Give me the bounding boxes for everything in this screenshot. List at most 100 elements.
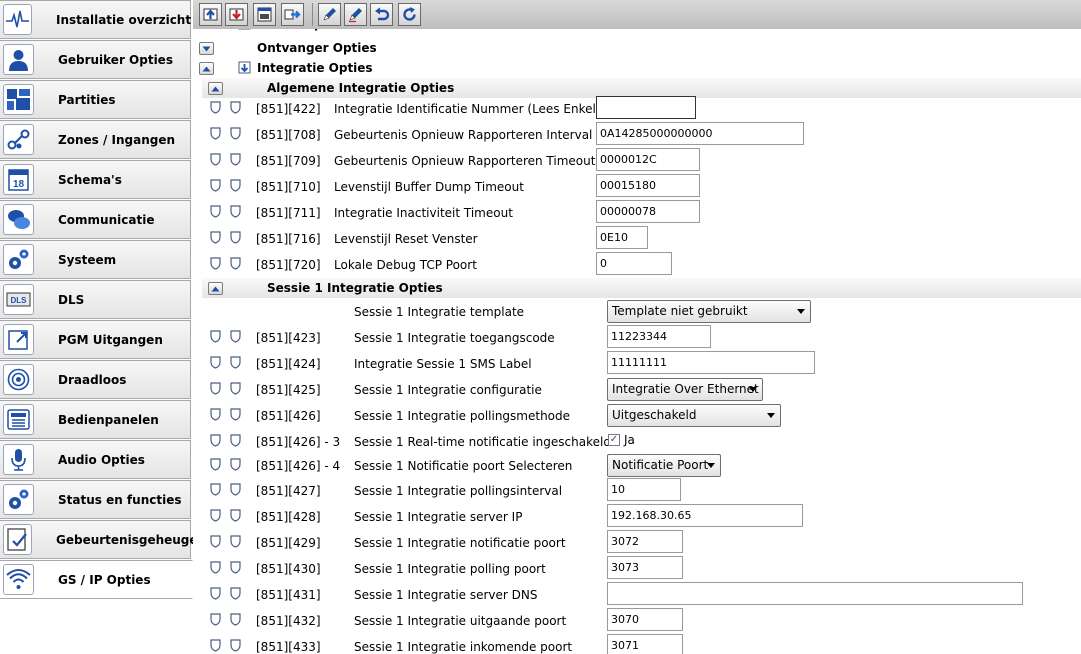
sidebar-item-3[interactable]: Zones / Ingangen: [0, 120, 191, 159]
shield-icon: [230, 356, 241, 369]
download-icon[interactable]: [225, 3, 248, 26]
shield-icon: [210, 127, 221, 140]
chevron-down-icon: [767, 413, 775, 418]
section-code: [851][427]: [256, 484, 321, 498]
shield-icon: [210, 483, 221, 496]
shield-icon: [210, 509, 221, 522]
setting-row: [851][432] Sessie 1 Integratie uitgaande …: [193, 607, 1081, 633]
expand-toggle-icon[interactable]: [199, 42, 214, 55]
sidebar-item-label: Zones / Ingangen: [58, 132, 176, 147]
setting-row: [851][711] Integratie Inactiviteit Timeou…: [193, 199, 1081, 225]
checkbox-label: Ja: [624, 433, 635, 447]
sidebar-item-14[interactable]: GS / IP Opties: [0, 560, 193, 599]
section-code: [851][426] - 3: [256, 435, 341, 449]
setting-label: Levenstijl Buffer Dump Timeout: [334, 180, 524, 194]
setting-input[interactable]: 11223344: [607, 325, 711, 348]
setting-row: [851][431] Sessie 1 Integratie server DNS: [193, 581, 1081, 607]
setting-label: Sessie 1 Integratie server IP: [354, 510, 523, 524]
edit-pen-alt-icon[interactable]: [344, 3, 367, 26]
group-icon: [238, 29, 251, 33]
shield-icon: [230, 458, 241, 471]
setting-label: Sessie 1 Integratie uitgaande poort: [354, 614, 567, 628]
sidebar-item-label: DLS: [58, 292, 85, 307]
sidebar-item-1[interactable]: Gebruiker Opties: [0, 40, 191, 79]
panel-settings-icon[interactable]: [253, 3, 276, 26]
sidebar-item-label: PGM Uitgangen: [58, 332, 163, 347]
setting-input[interactable]: 0000012C: [596, 148, 700, 171]
collapse-toggle-icon[interactable]: [208, 282, 223, 295]
setting-label: Sessie 1 Integratie configuratie: [354, 383, 542, 397]
collapse-toggle-icon[interactable]: [208, 82, 223, 95]
setting-label: Gebeurtenis Opnieuw Rapporteren Interval: [334, 128, 593, 142]
sidebar-item-label: GS / IP Opties: [58, 572, 151, 587]
section-code: [851][425]: [256, 383, 321, 397]
sidebar-item-6[interactable]: Systeem: [0, 240, 191, 279]
transfer-icon[interactable]: [281, 3, 304, 26]
sidebar-item-12[interactable]: Status en functies: [0, 480, 191, 519]
setting-select[interactable]: Uitgeschakeld: [607, 404, 781, 427]
setting-select[interactable]: Template niet gebruikt: [607, 300, 811, 323]
output-icon: [3, 324, 34, 355]
shield-icon: [210, 408, 221, 421]
setting-input[interactable]: [596, 96, 696, 119]
sidebar-item-label: Draadloos: [58, 372, 127, 387]
shield-icon: [210, 458, 221, 471]
gears-icon: [3, 244, 34, 275]
sidebar-item-11[interactable]: Audio Opties: [0, 440, 191, 479]
sidebar-item-10[interactable]: Bedienpanelen: [0, 400, 191, 439]
setting-row: [851][422] Integratie Identificatie Numme…: [193, 95, 1081, 121]
section-code: [851][428]: [256, 510, 321, 524]
chat-icon: [3, 204, 34, 235]
shield-icon: [230, 231, 241, 244]
section-code: [851][430]: [256, 562, 321, 576]
shield-icon: [230, 382, 241, 395]
shield-icon: [230, 587, 241, 600]
setting-checkbox[interactable]: ✓: [608, 434, 620, 446]
shield-icon: [230, 101, 241, 114]
setting-label: Sessie 1 Integratie template: [354, 305, 525, 319]
setting-input[interactable]: 0: [596, 252, 672, 275]
setting-input[interactable]: 00015180: [596, 174, 700, 197]
collapse-toggle-icon[interactable]: [199, 62, 214, 75]
setting-input[interactable]: [607, 582, 1023, 605]
sidebar-item-0[interactable]: Installatie overzicht: [0, 0, 191, 39]
upload-icon[interactable]: [199, 3, 222, 26]
setting-select[interactable]: Integratie Over Ethernet: [607, 378, 763, 401]
dls-icon: DLS: [3, 284, 34, 315]
sidebar-item-7[interactable]: DLS DLS: [0, 280, 191, 319]
sidebar-item-label: Partities: [58, 92, 116, 107]
sidebar-item-9[interactable]: Draadloos: [0, 360, 191, 399]
sidebar-item-5[interactable]: Communicatie: [0, 200, 191, 239]
setting-row: [851][425] Sessie 1 Integratie configurat…: [193, 376, 1081, 402]
shield-icon: [210, 561, 221, 574]
sidebar-item-8[interactable]: PGM Uitgangen: [0, 320, 191, 359]
setting-row: [851][427] Sessie 1 Integratie pollingsin…: [193, 477, 1081, 503]
shield-icon: [210, 356, 221, 369]
sidebar-item-4[interactable]: 18 Schema's: [0, 160, 191, 199]
setting-input[interactable]: 192.168.30.65: [607, 504, 803, 527]
setting-input[interactable]: 3071: [607, 634, 683, 654]
setting-input[interactable]: 0A14285000000000: [596, 122, 804, 145]
edit-pen-icon[interactable]: [318, 3, 341, 26]
section-code: [851][422]: [256, 102, 321, 116]
setting-input[interactable]: 3073: [607, 556, 683, 579]
section-code: [851][432]: [256, 614, 321, 628]
shield-icon: [230, 179, 241, 192]
section-code: [851][426] - 4: [256, 459, 341, 473]
setting-label: Sessie 1 Integratie pollingsmethode: [354, 409, 571, 423]
setting-input[interactable]: 3070: [607, 608, 683, 631]
setting-label: Sessie 1 Real-time notificatie ingeschak…: [354, 435, 611, 449]
sidebar-item-2[interactable]: Partities: [0, 80, 191, 119]
setting-row: [851][433] Sessie 1 Integratie inkomende …: [193, 633, 1081, 654]
setting-row: [851][423] Sessie 1 Integratie toegangsco…: [193, 324, 1081, 350]
setting-input[interactable]: 10: [607, 478, 681, 501]
svg-text:DLS: DLS: [11, 296, 28, 305]
setting-select[interactable]: Notificatie Poort: [607, 454, 721, 477]
sidebar-item-13[interactable]: Gebeurtenisgeheugen: [0, 520, 206, 559]
setting-input[interactable]: 0E10: [596, 226, 648, 249]
setting-input[interactable]: 00000078: [596, 200, 700, 223]
undo-icon[interactable]: [370, 3, 393, 26]
setting-input[interactable]: 11111111: [607, 351, 815, 374]
setting-input[interactable]: 3072: [607, 530, 683, 553]
refresh-icon[interactable]: [398, 3, 421, 26]
